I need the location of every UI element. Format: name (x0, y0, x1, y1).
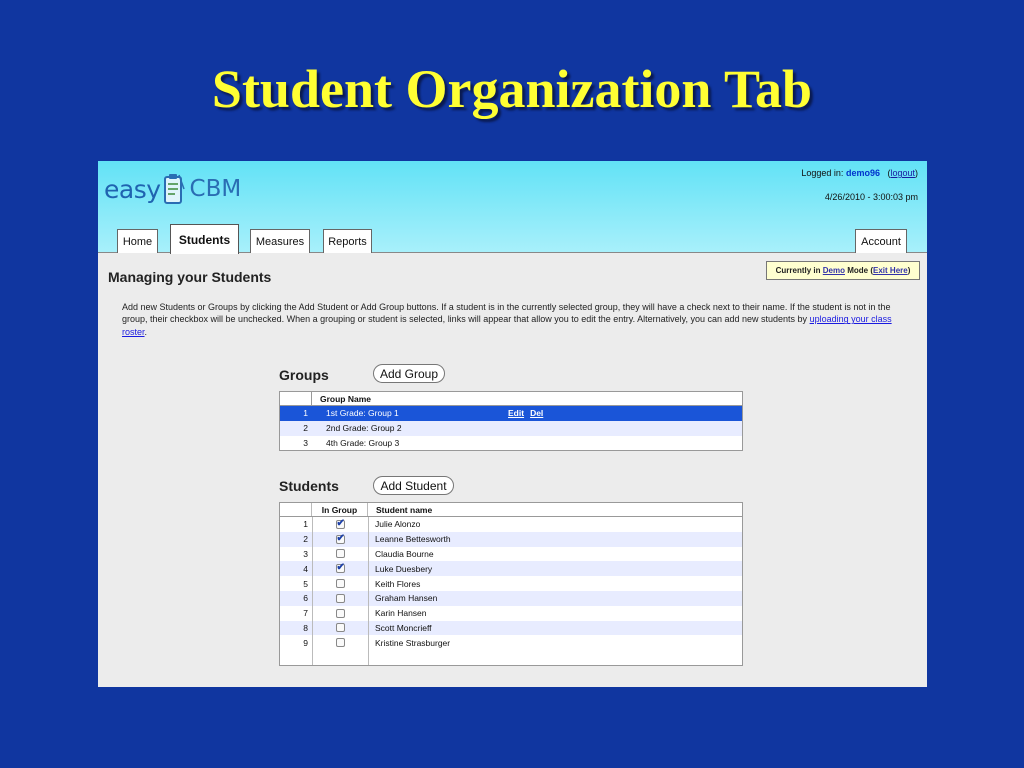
logo-easy-text: easy (104, 174, 161, 204)
in-group-checkbox[interactable] (335, 518, 345, 529)
col-in-group: In Group (312, 503, 368, 516)
in-group-checkbox[interactable] (335, 593, 345, 603)
student-name: Kristine Strasburger (375, 637, 451, 648)
delete-group-link[interactable]: Del (530, 408, 543, 418)
page-title: Managing your Students (108, 269, 272, 285)
edit-group-link[interactable]: Edit (508, 408, 524, 418)
students-table: In Group Student name 1Julie Alonzo2Lean… (279, 502, 743, 666)
student-name: Scott Moncrieff (375, 622, 432, 633)
login-info: Logged in: demo96 (logout) (801, 168, 918, 178)
in-group-checkbox[interactable] (335, 549, 345, 559)
student-row[interactable]: 1Julie Alonzo (280, 517, 742, 532)
col-student-name: Student name (376, 504, 433, 515)
datetime: 4/26/2010 - 3:00:03 pm (824, 192, 918, 202)
intro-text: Add new Students or Groups by clicking t… (122, 302, 892, 337)
students-table-header: In Group Student name (280, 503, 742, 517)
easycbm-logo[interactable]: easy CBM (104, 171, 241, 207)
groups-title: Groups (279, 367, 329, 383)
groups-table: Group Name 1 1st Grade: Group 1 Edit Del… (279, 391, 743, 452)
in-group-checkbox[interactable] (335, 533, 345, 544)
clipboard-icon (163, 174, 185, 204)
exit-demo-link[interactable]: Exit Here (873, 266, 908, 275)
tab-reports[interactable]: Reports (323, 229, 372, 253)
in-group-checkbox[interactable] (335, 562, 345, 574)
column-divider (368, 517, 369, 665)
student-name: Julie Alonzo (375, 519, 421, 530)
groups-table-header: Group Name (280, 392, 742, 406)
login-prefix: Logged in: (801, 168, 844, 178)
in-group-checkbox[interactable] (335, 638, 345, 648)
student-row[interactable]: 8 Scott Moncrieff (280, 620, 742, 636)
tab-account[interactable]: Account (855, 229, 907, 253)
student-row[interactable]: 7 Karin Hansen (280, 606, 742, 621)
students-title: Students (279, 478, 339, 494)
student-name: Claudia Bourne (375, 548, 434, 559)
add-group-button[interactable]: Add Group (373, 364, 445, 383)
add-student-button[interactable]: Add Student (373, 476, 454, 495)
demo-mode-notice: Currently in Demo Mode (Exit Here) (766, 261, 920, 280)
group-row[interactable]: 2 2nd Grade: Group 2 (280, 420, 742, 436)
tab-measures[interactable]: Measures (250, 229, 310, 253)
tab-home[interactable]: Home (117, 229, 158, 253)
student-name: Keith Flores (375, 578, 421, 589)
student-row[interactable]: 3 Claudia Bourne (280, 547, 742, 562)
tab-students[interactable]: Students (170, 224, 239, 254)
in-group-checkbox[interactable] (335, 608, 345, 618)
group-row[interactable]: 3 4th Grade: Group 3 (280, 436, 742, 451)
in-group-checkbox[interactable] (335, 579, 345, 589)
app-screenshot: easy CBM Logged in: demo96 (logout) 4/26… (98, 161, 927, 687)
logo-cbm-text: CBM (189, 176, 242, 202)
student-name: Luke Duesbery (375, 563, 433, 574)
student-rows: 1Julie Alonzo2Leanne Bettesworth3Claudia… (280, 517, 742, 650)
username: demo96 (845, 168, 880, 178)
student-row[interactable]: 9 Kristine Strasburger (280, 635, 742, 650)
in-group-checkbox[interactable] (335, 623, 345, 633)
student-name: Karin Hansen (375, 608, 427, 619)
student-row[interactable]: 2Leanne Bettesworth (280, 531, 742, 547)
app-header: easy CBM Logged in: demo96 (logout) 4/26… (98, 161, 927, 254)
student-row[interactable]: 4Luke Duesbery (280, 561, 742, 577)
col-group-name: Group Name (320, 393, 372, 404)
logout-link[interactable]: logout (890, 168, 915, 178)
group-row[interactable]: 1 1st Grade: Group 1 Edit Del (280, 406, 742, 421)
student-name: Graham Hansen (375, 593, 438, 604)
slide-title: Student Organization Tab (211, 59, 813, 119)
student-name: Leanne Bettesworth (375, 534, 451, 545)
student-row[interactable]: 5 Keith Flores (280, 576, 742, 591)
demo-link[interactable]: Demo (823, 266, 845, 275)
column-divider (312, 517, 313, 665)
student-row[interactable]: 6 Graham Hansen (280, 590, 742, 606)
